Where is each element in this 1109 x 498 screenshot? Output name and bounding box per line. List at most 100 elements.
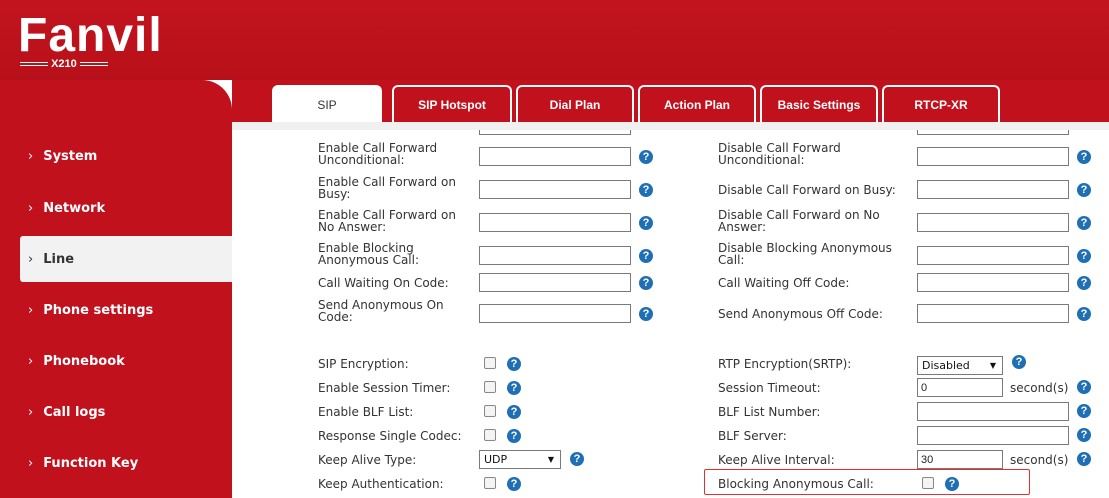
clipped-input: [917, 130, 1069, 135]
help-icon[interactable]: ?: [1077, 249, 1091, 263]
enable-cf-no-answer-input[interactable]: [479, 213, 631, 232]
help-icon[interactable]: ?: [507, 381, 521, 395]
sidebar-item-phone-settings[interactable]: › Phone settings: [0, 287, 229, 333]
chevron-right-icon: ›: [28, 200, 34, 216]
field-label: Disable Call Forward on No Answer:: [718, 208, 880, 234]
help-icon[interactable]: ?: [639, 276, 653, 290]
disable-blocking-anonymous-input[interactable]: [917, 246, 1069, 265]
help-icon[interactable]: ?: [1077, 452, 1091, 466]
help-icon[interactable]: ?: [639, 307, 653, 321]
field-label: Disable Call Forward on Busy:: [718, 183, 896, 197]
sidebar-item-label: Line: [43, 251, 75, 267]
sidebar-item-label: Phone settings: [43, 302, 154, 318]
top-header: Fanvil X210: [0, 0, 1109, 80]
help-icon[interactable]: ?: [639, 150, 653, 164]
help-icon[interactable]: ?: [1012, 355, 1026, 369]
sidebar-item-label: Phonebook: [43, 353, 125, 369]
blf-list-number-input[interactable]: [917, 402, 1069, 421]
help-icon[interactable]: ?: [1077, 428, 1091, 442]
keep-authentication-label: Keep Authentication:: [318, 477, 444, 491]
help-icon[interactable]: ?: [1077, 307, 1091, 321]
field-label: Enable Blocking Anonymous Call:: [318, 241, 420, 267]
help-icon[interactable]: ?: [1077, 380, 1091, 394]
tab-basic-settings[interactable]: Basic Settings: [760, 85, 878, 123]
field-label: Enable Call Forward Unconditional:: [318, 141, 438, 167]
keep-alive-type-select[interactable]: UDP ▼: [479, 450, 561, 469]
tab-dial-plan[interactable]: Dial Plan: [516, 85, 634, 123]
chevron-right-icon: ›: [28, 404, 34, 420]
sidebar-item-system[interactable]: › System: [0, 133, 229, 179]
help-icon[interactable]: ?: [1077, 276, 1091, 290]
blf-server-label: BLF Server:: [718, 429, 787, 443]
help-icon[interactable]: ?: [945, 477, 959, 491]
tab-action-plan[interactable]: Action Plan: [638, 85, 756, 123]
help-icon[interactable]: ?: [507, 405, 521, 419]
field-label: Disable Call Forward Unconditional:: [718, 141, 841, 167]
help-icon[interactable]: ?: [639, 216, 653, 230]
keep-alive-interval-unit: second(s): [1010, 453, 1069, 467]
help-icon[interactable]: ?: [639, 183, 653, 197]
tab-sip[interactable]: SIP: [272, 85, 382, 123]
sip-encryption-checkbox[interactable]: [484, 357, 496, 369]
help-icon[interactable]: ?: [639, 249, 653, 263]
sidebar: › System › Network › Line › Phone settings ›…: [0, 80, 232, 498]
enable-cf-busy-input[interactable]: [479, 180, 631, 199]
session-timeout-unit: second(s): [1010, 381, 1069, 395]
sidebar-item-call-logs[interactable]: › Call logs: [0, 389, 229, 435]
sidebar-item-network[interactable]: › Network: [0, 185, 229, 231]
blocking-anonymous-call-label: Blocking Anonymous Call:: [718, 477, 874, 491]
session-timer-label: Enable Session Timer:: [318, 381, 451, 395]
help-icon[interactable]: ?: [507, 477, 521, 491]
help-icon[interactable]: ?: [507, 357, 521, 371]
keep-alive-type-label: Keep Alive Type:: [318, 453, 417, 467]
session-timer-checkbox[interactable]: [484, 381, 496, 393]
disable-cf-unconditional-input[interactable]: [917, 147, 1069, 166]
field-label: Enable Call Forward on Busy:: [318, 175, 456, 201]
response-single-codec-checkbox[interactable]: [484, 429, 496, 441]
sidebar-item-function-key[interactable]: › Function Key: [0, 440, 229, 486]
field-label: Enable Call Forward on No Answer:: [318, 208, 456, 234]
disable-cf-busy-input[interactable]: [917, 180, 1069, 199]
clipped-input: [479, 130, 631, 135]
sidebar-item-phonebook[interactable]: › Phonebook: [0, 338, 229, 384]
chevron-right-icon: ›: [28, 251, 34, 267]
enable-blocking-anonymous-input[interactable]: [479, 246, 631, 265]
chevron-right-icon: ›: [28, 353, 34, 369]
help-icon[interactable]: ?: [570, 452, 584, 466]
keep-alive-interval-input[interactable]: [917, 450, 1003, 469]
sidebar-item-label: Call logs: [43, 404, 106, 420]
keep-authentication-checkbox[interactable]: [484, 477, 496, 489]
rtp-encryption-label: RTP Encryption(SRTP):: [718, 357, 852, 371]
blf-list-checkbox[interactable]: [484, 405, 496, 417]
help-icon[interactable]: ?: [1077, 183, 1091, 197]
call-waiting-off-code-input[interactable]: [917, 273, 1069, 292]
response-single-codec-label: Response Single Codec:: [318, 429, 462, 443]
field-label: Disable Blocking Anonymous Call:: [718, 241, 892, 267]
blf-server-input[interactable]: [917, 426, 1069, 445]
sidebar-item-label: Function Key: [43, 455, 139, 471]
help-icon[interactable]: ?: [1077, 216, 1091, 230]
call-waiting-on-code-input[interactable]: [479, 273, 631, 292]
enable-cf-unconditional-input[interactable]: [479, 147, 631, 166]
send-anonymous-on-code-input[interactable]: [479, 304, 631, 323]
help-icon[interactable]: ?: [1077, 150, 1091, 164]
fanvil-logo: Fanvil: [18, 9, 163, 62]
sidebar-item-line[interactable]: › Line: [20, 236, 232, 282]
disable-cf-no-answer-input[interactable]: [917, 213, 1069, 232]
sidebar-item-label: Network: [43, 200, 106, 216]
help-icon[interactable]: ?: [507, 429, 521, 443]
session-timeout-input[interactable]: [917, 378, 1003, 397]
rtp-encryption-select[interactable]: Disabled ▼: [917, 356, 1003, 375]
send-anonymous-off-code-input[interactable]: [917, 304, 1069, 323]
chevron-right-icon: ›: [28, 302, 34, 318]
tab-rtcp-xr[interactable]: RTCP-XR: [882, 85, 1000, 123]
model-text: X210: [51, 58, 77, 70]
sidebar-item-label: System: [43, 148, 98, 164]
blocking-anonymous-call-checkbox[interactable]: [922, 477, 934, 489]
blf-list-number-label: BLF List Number:: [718, 405, 821, 419]
blf-list-label: Enable BLF List:: [318, 405, 414, 419]
tab-sip-hotspot[interactable]: SIP Hotspot: [392, 85, 512, 123]
help-icon[interactable]: ?: [1077, 404, 1091, 418]
model-label: X210: [20, 58, 108, 70]
sip-settings-content: Enable Call Forward Unconditional: ? Enab…: [232, 122, 1109, 498]
